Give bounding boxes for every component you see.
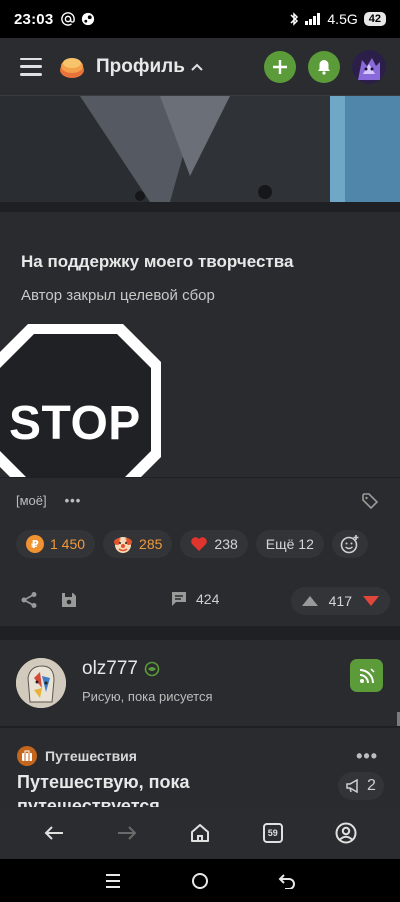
promo-count: 2 bbox=[367, 777, 376, 794]
add-emoji-icon bbox=[340, 535, 359, 554]
like-reaction-pill[interactable]: 238 bbox=[180, 530, 248, 558]
status-time: 23:03 bbox=[14, 10, 54, 28]
clown-reaction-pill[interactable]: 285 bbox=[103, 530, 173, 558]
chevron-up-icon[interactable] bbox=[191, 63, 203, 71]
tags-more-button[interactable]: ••• bbox=[65, 493, 82, 508]
add-post-button[interactable] bbox=[264, 50, 296, 83]
suitcase-icon bbox=[17, 746, 37, 766]
tag-moe[interactable]: [моё] bbox=[16, 493, 47, 508]
community-name: Путешествия bbox=[45, 748, 137, 764]
screen: 23:03 4.5G 42 Профиль На поддержку моего… bbox=[0, 0, 400, 902]
app-header: Профиль bbox=[0, 38, 400, 96]
share-icon[interactable] bbox=[20, 591, 38, 609]
tabs-count: 59 bbox=[262, 823, 283, 843]
system-nav-bar bbox=[0, 859, 400, 902]
author-avatar[interactable] bbox=[16, 658, 66, 708]
stop-text: STOP bbox=[9, 397, 141, 450]
bluetooth-icon bbox=[290, 12, 299, 26]
notifications-button[interactable] bbox=[308, 50, 340, 83]
add-reaction-button[interactable] bbox=[331, 530, 368, 558]
reactions-bar: ₽ 1 450 285 238 Ещё 12 bbox=[16, 530, 368, 558]
menu-icon[interactable] bbox=[20, 57, 42, 76]
author-name-row: olz777 bbox=[82, 658, 160, 680]
upvote-icon[interactable] bbox=[301, 595, 319, 607]
more-reactions-label: Ещё 12 bbox=[265, 536, 314, 552]
author-bio: Рисую, пока рисуется bbox=[82, 689, 213, 704]
bell-icon bbox=[318, 59, 330, 75]
community-row[interactable]: Путешествия bbox=[17, 746, 137, 766]
signal-icon bbox=[305, 13, 321, 25]
comments-button[interactable]: 424 bbox=[170, 590, 219, 608]
downvote-icon[interactable] bbox=[362, 595, 380, 607]
browser-bottom-nav: 59 bbox=[0, 807, 400, 859]
donation-status: Автор закрыл целевой сбор bbox=[21, 287, 215, 304]
clown-icon bbox=[114, 537, 133, 553]
subscribe-feed-icon bbox=[359, 667, 375, 683]
user-avatar[interactable] bbox=[352, 49, 386, 84]
post-tags: [моё] ••• bbox=[16, 493, 81, 508]
next-post-card[interactable]: Путешествия ••• Путешествую, пока путеше… bbox=[0, 727, 400, 807]
clown-count: 285 bbox=[139, 536, 163, 552]
tabs-button[interactable]: 59 bbox=[253, 813, 293, 853]
post-actions: 424 417 bbox=[0, 587, 400, 615]
at-icon bbox=[61, 12, 76, 26]
ruble-coin-icon: ₽ bbox=[26, 535, 44, 553]
header-actions bbox=[264, 49, 386, 84]
status-notification-icons bbox=[61, 12, 95, 26]
home-icon bbox=[190, 824, 209, 842]
home-button[interactable] bbox=[180, 813, 220, 853]
promo-button[interactable]: 2 bbox=[338, 772, 384, 800]
arrow-right-icon bbox=[118, 826, 137, 840]
post-card: На поддержку моего творчества Автор закр… bbox=[0, 212, 400, 626]
rating-value: 417 bbox=[328, 593, 352, 609]
network-type: 4.5G bbox=[327, 11, 358, 27]
more-reactions-pill[interactable]: Ещё 12 bbox=[255, 530, 324, 558]
steam-icon bbox=[82, 12, 95, 26]
status-bar: 23:03 4.5G 42 bbox=[0, 0, 400, 38]
avatar-image bbox=[352, 49, 386, 84]
subscribe-button[interactable] bbox=[350, 659, 383, 692]
donations-amount: 1 450 bbox=[50, 536, 86, 552]
status-right: 4.5G 42 bbox=[289, 11, 386, 27]
donations-pill[interactable]: ₽ 1 450 bbox=[16, 530, 96, 558]
post-photo bbox=[0, 96, 400, 202]
author-badge-icon bbox=[144, 661, 160, 677]
arrow-left-icon bbox=[44, 826, 64, 840]
author-avatar-image bbox=[16, 658, 66, 708]
next-post-title[interactable]: Путешествую, пока путешествуется bbox=[17, 770, 317, 807]
rating-control: 417 bbox=[290, 587, 390, 615]
author-block: olz777 Рисую, пока рисуется bbox=[0, 640, 400, 726]
post-image[interactable] bbox=[0, 96, 400, 202]
account-button[interactable] bbox=[326, 813, 366, 853]
like-count: 238 bbox=[214, 536, 238, 552]
account-icon bbox=[335, 822, 357, 844]
plus-icon bbox=[273, 59, 287, 74]
comment-icon bbox=[172, 592, 186, 606]
page-title[interactable]: Профиль bbox=[96, 56, 185, 78]
donation-title: На поддержку моего творчества bbox=[21, 252, 294, 271]
comments-count: 424 bbox=[196, 591, 220, 607]
next-post-more-button[interactable]: ••• bbox=[356, 746, 378, 767]
author-name[interactable]: olz777 bbox=[82, 658, 138, 680]
tag-icon[interactable] bbox=[362, 493, 378, 509]
system-home-icon[interactable] bbox=[191, 872, 209, 890]
divider bbox=[0, 477, 400, 478]
forward-button[interactable] bbox=[107, 813, 147, 853]
app-logo bbox=[60, 57, 84, 78]
battery-indicator: 42 bbox=[363, 12, 386, 26]
system-back-icon[interactable] bbox=[278, 873, 296, 889]
recent-apps-icon[interactable] bbox=[104, 873, 122, 889]
save-icon[interactable] bbox=[60, 591, 78, 609]
megaphone-icon bbox=[346, 779, 358, 793]
stop-sign-image: STOP bbox=[0, 322, 175, 477]
back-button[interactable] bbox=[34, 813, 74, 853]
heart-icon bbox=[191, 537, 208, 551]
